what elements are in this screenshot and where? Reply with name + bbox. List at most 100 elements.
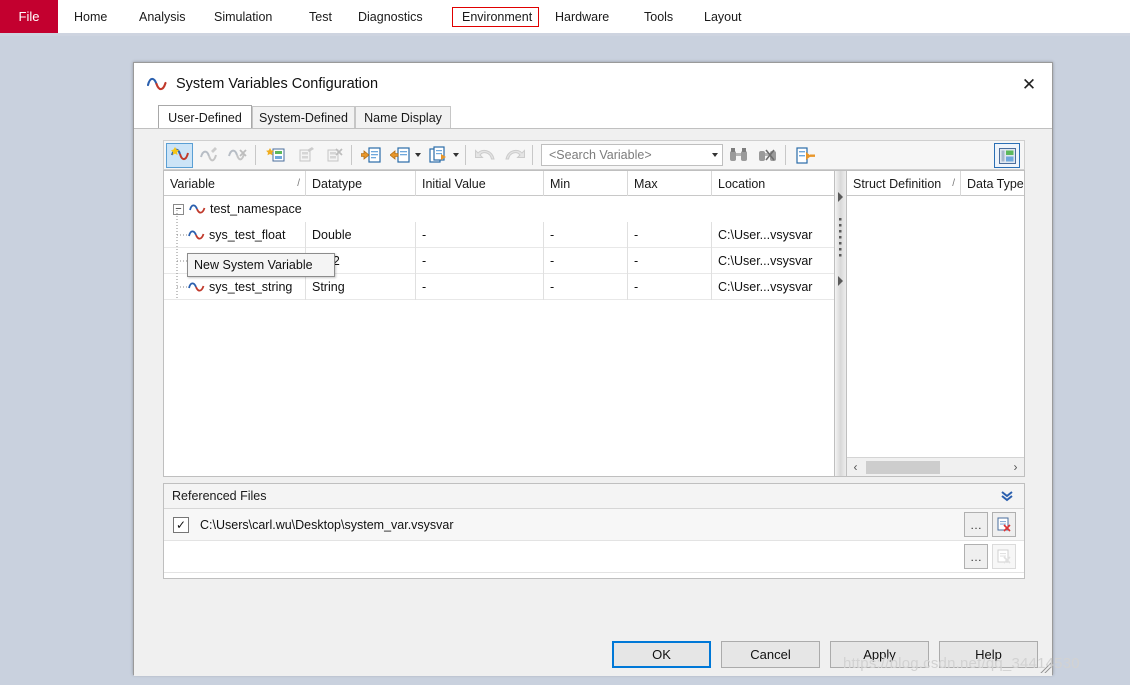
remove-file-icon — [997, 549, 1011, 564]
referenced-files-panel: Referenced Files ✓ C:\Users\carl.wu\Desk… — [163, 483, 1025, 579]
toolbar-separator — [532, 145, 533, 165]
table-row[interactable]: sys_test_string String - - - C:\User...v… — [164, 274, 834, 300]
ribbon-tab-test[interactable]: Test — [303, 0, 338, 33]
remove-file-button[interactable] — [992, 512, 1016, 537]
close-icon[interactable]: ✕ — [1016, 74, 1042, 96]
variables-toolbar: <Search Variable> — [163, 140, 1025, 170]
namespace-wave-icon — [189, 204, 206, 214]
redo-button[interactable] — [501, 143, 528, 168]
split-view-button[interactable] — [994, 143, 1020, 168]
new-variable-icon — [170, 147, 189, 161]
undo-button[interactable] — [472, 143, 499, 168]
filter-button[interactable] — [792, 143, 819, 168]
cell-initial-value: - — [416, 274, 544, 300]
ribbon-bar: File Home Analysis Simulation Test Diagn… — [0, 0, 1130, 33]
remove-file-button-disabled — [992, 544, 1016, 569]
dialog-content: <Search Variable> Variable / Datatype In… — [134, 129, 1052, 676]
scroll-right-arrow-icon[interactable]: › — [1007, 458, 1024, 477]
new-system-variable-button[interactable] — [166, 142, 193, 168]
column-header-struct-definition[interactable]: Struct Definition / — [847, 171, 961, 196]
cell-location: C:\User...vsysvar — [718, 280, 813, 294]
referenced-file-row[interactable]: ✓ C:\Users\carl.wu\Desktop\system_var.vs… — [164, 509, 1024, 541]
column-header-max[interactable]: Max — [628, 171, 712, 196]
referenced-file-row-empty[interactable]: … — [164, 541, 1024, 573]
remove-file-icon — [997, 517, 1011, 532]
ribbon-tab-diagnostics[interactable]: Diagnostics — [352, 0, 429, 33]
ok-button[interactable]: OK — [612, 641, 711, 668]
toolbar-separator — [351, 145, 352, 165]
search-input[interactable]: <Search Variable> — [549, 148, 652, 162]
toolbar-separator — [255, 145, 256, 165]
dialog-tabstrip: User-Defined System-Defined Name Display — [134, 105, 1052, 129]
import-page-icon — [361, 147, 381, 163]
tree-node-namespace[interactable]: − test_namespace — [164, 196, 834, 222]
export-variables-dropdown[interactable] — [415, 153, 421, 157]
cell-variable[interactable]: sys_test_float — [164, 222, 306, 248]
delete-variable-button[interactable] — [224, 143, 251, 168]
dialog-title: System Variables Configuration — [176, 76, 379, 92]
cell-datatype: Double — [306, 222, 416, 248]
ribbon-file-button[interactable]: File — [0, 0, 58, 33]
struct-grid-hscrollbar[interactable]: ‹ › — [847, 457, 1024, 476]
namespace-expander[interactable]: − — [173, 203, 184, 215]
table-row[interactable]: sys_test_float Double - - - C:\User...vs… — [164, 222, 834, 248]
column-header-data-type[interactable]: Data Type — [961, 171, 1024, 196]
ribbon-divider — [0, 33, 1130, 36]
delete-namespace-button[interactable] — [320, 143, 347, 168]
column-header-variable[interactable]: Variable / — [164, 171, 306, 196]
scroll-thumb[interactable] — [866, 460, 940, 474]
binoculars-clear-icon — [758, 149, 776, 161]
ribbon-tab-layout[interactable]: Layout — [698, 0, 748, 33]
edit-variable-button[interactable] — [195, 143, 222, 168]
browse-file-button[interactable]: … — [964, 512, 988, 537]
redo-arrow-icon — [505, 149, 525, 160]
cell-min: - — [544, 274, 628, 300]
search-dropdown-icon[interactable] — [712, 153, 718, 157]
ribbon-tab-home[interactable]: Home — [68, 0, 113, 33]
cancel-button[interactable]: Cancel — [721, 641, 820, 668]
referenced-files-title: Referenced Files — [172, 489, 267, 503]
new-system-variable-tooltip: New System Variable — [187, 253, 335, 277]
export-definition-dropdown[interactable] — [453, 153, 459, 157]
struct-definition-grid: Struct Definition / Data Type ‹ › — [846, 170, 1025, 477]
ribbon-tab-hardware[interactable]: Hardware — [549, 0, 615, 33]
ribbon-tab-analysis[interactable]: Analysis — [133, 0, 192, 33]
browse-file-button[interactable]: … — [964, 544, 988, 569]
export-page-icon — [390, 147, 410, 163]
sort-indicator: / — [297, 178, 300, 189]
export-definition-button[interactable] — [425, 143, 452, 168]
tab-system-defined[interactable]: System-Defined — [252, 106, 355, 129]
namespace-cell[interactable]: − test_namespace — [164, 196, 306, 222]
new-namespace-icon — [265, 148, 284, 162]
cell-variable[interactable]: sys_test_string — [164, 274, 306, 300]
edit-namespace-button[interactable] — [291, 143, 318, 168]
variable-wave-icon — [188, 282, 205, 292]
column-header-variable-label: Variable — [170, 176, 215, 191]
clear-find-button[interactable] — [754, 143, 781, 168]
panel-splitter[interactable] — [835, 170, 846, 477]
ribbon-tab-simulation[interactable]: Simulation — [208, 0, 278, 33]
cell-min: - — [544, 222, 628, 248]
tab-name-display[interactable]: Name Display — [355, 106, 451, 129]
column-header-initial-value[interactable]: Initial Value — [416, 171, 544, 196]
watermark-text: https://blog.csdn.net/qq_34414530 — [843, 655, 1080, 672]
export-variables-button[interactable] — [387, 143, 414, 168]
double-chevron-down-icon[interactable] — [1000, 489, 1014, 503]
tab-user-defined[interactable]: User-Defined — [158, 105, 252, 129]
new-namespace-button[interactable] — [262, 143, 289, 168]
undo-arrow-icon — [475, 149, 495, 160]
scroll-left-arrow-icon[interactable]: ‹ — [847, 458, 864, 477]
search-variable-box[interactable]: <Search Variable> — [541, 144, 723, 166]
ribbon-tab-tools[interactable]: Tools — [638, 0, 679, 33]
cell-max: - — [628, 222, 712, 248]
ribbon-tab-environment[interactable]: Environment — [456, 0, 538, 33]
column-header-location[interactable]: Location — [712, 171, 834, 196]
column-header-min[interactable]: Min — [544, 171, 628, 196]
cell-initial-value: - — [416, 248, 544, 274]
namespace-label: test_namespace — [210, 202, 302, 216]
cell-variable-label: sys_test_float — [209, 228, 286, 242]
referenced-file-checkbox[interactable]: ✓ — [173, 516, 189, 533]
column-header-datatype[interactable]: Datatype — [306, 171, 416, 196]
import-variables-button[interactable] — [358, 143, 385, 168]
find-button[interactable] — [725, 143, 752, 168]
